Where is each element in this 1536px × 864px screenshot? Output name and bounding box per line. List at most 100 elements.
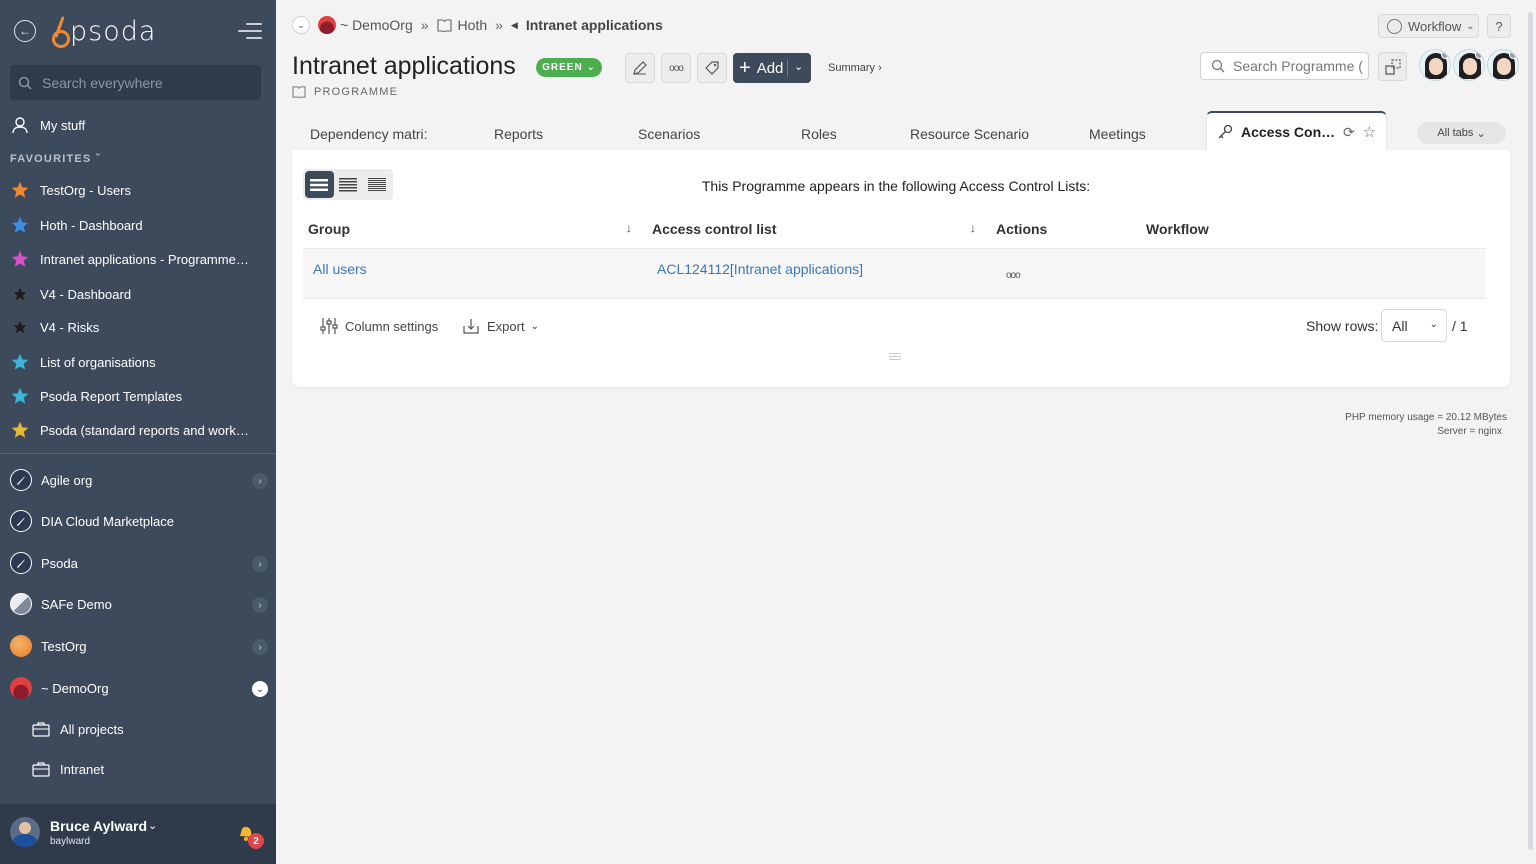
project-item[interactable]: Intranet xyxy=(32,758,104,780)
favourite-label: List of organisations xyxy=(40,354,156,370)
column-settings-button[interactable]: Column settings xyxy=(320,316,438,336)
favourite-label: TestOrg - Users xyxy=(40,182,132,198)
caret-left-icon[interactable]: ◀ xyxy=(511,20,518,31)
tab-scenarios[interactable]: Scenarios xyxy=(638,126,700,142)
export-label: Export xyxy=(487,318,525,334)
user-icon xyxy=(10,115,30,135)
rows-per-page-select[interactable]: All ⌄ xyxy=(1381,309,1447,342)
org-label: ~ DemoOrg xyxy=(41,680,109,696)
psoda-logo[interactable]: psoda xyxy=(52,14,156,48)
breadcrumb-portfolio[interactable]: Hoth xyxy=(458,17,488,33)
edit-button[interactable] xyxy=(625,53,655,83)
chevron-down-icon: ⌄ xyxy=(530,320,539,332)
resize-handle[interactable] xyxy=(889,353,901,362)
tab-meetings[interactable]: Meetings xyxy=(1089,126,1146,142)
org-item[interactable]: DIA Cloud Marketplace xyxy=(10,508,268,534)
chevron-down-icon[interactable]: ⌄ xyxy=(148,819,157,832)
favourite-item[interactable]: Psoda Report Templates xyxy=(10,385,182,407)
favourite-label: Psoda Report Templates xyxy=(40,388,183,404)
tab-access-control[interactable]: Access Contr… ⟳ ☆ xyxy=(1206,111,1387,151)
rows-per-page-value: All xyxy=(1392,317,1408,334)
summary-link[interactable]: Summary › xyxy=(828,62,882,74)
favourite-item[interactable]: V4 - Dashboard xyxy=(10,283,131,305)
chevron-right-icon[interactable]: › xyxy=(252,639,268,655)
star-icon[interactable]: ☆ xyxy=(1363,123,1376,141)
chevron-down-icon[interactable]: ⌄ xyxy=(252,681,268,697)
chevron-right-icon[interactable]: › xyxy=(252,473,268,489)
all-tabs-dropdown[interactable]: All tabs ⌄ xyxy=(1417,122,1506,144)
avatar[interactable] xyxy=(1419,49,1451,81)
favourite-item[interactable]: Intranet applications - Programme… xyxy=(10,248,249,270)
back-arrow-icon[interactable]: ← xyxy=(14,20,36,42)
page-type: PROGRAMME xyxy=(292,86,398,98)
project-item[interactable]: All projects xyxy=(32,718,124,740)
org-item[interactable]: SAFe Demo › xyxy=(10,591,268,617)
avatar[interactable] xyxy=(1453,49,1485,81)
row-actions-icon[interactable]: ooo xyxy=(1006,270,1021,281)
chevron-right-icon[interactable]: › xyxy=(252,556,268,572)
org-item[interactable]: Psoda › xyxy=(10,550,268,576)
column-header-access-control-list[interactable]: Access control list xyxy=(652,221,777,237)
memory-usage: PHP memory usage = 20.12 MBytes xyxy=(1345,412,1507,423)
sunset-icon xyxy=(10,677,32,699)
search-everywhere-input[interactable] xyxy=(42,74,242,91)
favourite-item[interactable]: TestOrg - Users xyxy=(10,179,131,201)
favourites-header[interactable]: FAVOURITES ˇ xyxy=(10,153,101,165)
row-divider xyxy=(303,298,1486,299)
org-label: TestOrg xyxy=(41,638,87,654)
star-icon xyxy=(10,352,30,372)
favourite-item[interactable]: Psoda (standard reports and work… xyxy=(10,419,249,441)
tag-button[interactable] xyxy=(697,53,727,83)
group-link[interactable]: All users xyxy=(313,261,367,277)
collapse-menu-icon[interactable] xyxy=(238,23,262,44)
refresh-icon[interactable]: ⟳ xyxy=(1343,124,1355,141)
plus-icon: + xyxy=(739,57,751,79)
tab-dependency-matrix[interactable]: Dependency matri: xyxy=(310,126,430,142)
more-dots-icon: ooo xyxy=(669,62,684,74)
favourite-item[interactable]: V4 - Risks xyxy=(10,316,99,338)
key-icon xyxy=(1218,124,1233,139)
org-item[interactable]: ~ DemoOrg ⌄ xyxy=(10,675,268,701)
page-title: Intranet applications xyxy=(292,52,516,80)
star-icon xyxy=(10,317,30,337)
rocket-icon xyxy=(10,510,32,532)
chevron-down-icon[interactable]: ⌄ xyxy=(794,60,803,73)
org-item[interactable]: TestOrg › xyxy=(10,633,268,659)
search-programme-input[interactable] xyxy=(1233,58,1363,74)
share-button[interactable] xyxy=(1378,52,1407,81)
tab-reports[interactable]: Reports xyxy=(494,126,543,142)
sort-arrow-icon[interactable]: ↓ xyxy=(626,221,632,235)
user-profile[interactable]: Bruce Aylward ⌄ baylward 2 xyxy=(0,804,276,864)
sidebar-search[interactable] xyxy=(10,65,261,100)
favourite-label: Intranet applications - Programme… xyxy=(40,251,249,267)
tab-roles[interactable]: Roles xyxy=(801,126,837,142)
column-settings-label: Column settings xyxy=(345,318,439,334)
page-scrollbar[interactable] xyxy=(1526,0,1536,864)
user-login: baylward xyxy=(50,836,91,847)
help-button[interactable]: ? xyxy=(1487,14,1511,38)
server-name: Server = nginx xyxy=(1437,426,1502,437)
more-options-button[interactable]: ooo xyxy=(661,53,691,83)
breadcrumb-dropdown-icon[interactable]: ⌄ xyxy=(292,16,310,34)
workflow-icon xyxy=(1387,18,1402,34)
sidebar-item-my-stuff[interactable]: My stuff xyxy=(10,114,85,136)
chevron-right-icon[interactable]: › xyxy=(252,597,268,613)
column-header-group[interactable]: Group xyxy=(308,221,350,237)
tab-resource-scenarios[interactable]: Resource Scenario: xyxy=(910,126,1030,142)
favourite-item[interactable]: List of organisations xyxy=(10,351,156,373)
status-badge[interactable]: GREEN ⌄ xyxy=(536,58,602,77)
breadcrumb-org[interactable]: ~ DemoOrg xyxy=(340,17,413,33)
avatar[interactable] xyxy=(1487,49,1519,81)
programme-search[interactable] xyxy=(1200,52,1369,80)
favourite-item[interactable]: Hoth - Dashboard xyxy=(10,214,143,236)
avatar xyxy=(10,817,40,847)
rocket-icon xyxy=(10,552,32,574)
rocket-icon xyxy=(10,469,32,491)
acl-link[interactable]: ACL124112[Intranet applications] xyxy=(657,261,863,277)
sort-arrow-icon[interactable]: ↓ xyxy=(970,221,976,235)
logo-mark-icon xyxy=(52,16,70,48)
add-button[interactable]: + Add ⌄ xyxy=(733,53,811,83)
workflow-button[interactable]: Workflow ⌄ xyxy=(1378,14,1479,38)
org-item[interactable]: Agile org › xyxy=(10,467,268,493)
export-button[interactable]: Export ⌄ xyxy=(462,316,539,336)
